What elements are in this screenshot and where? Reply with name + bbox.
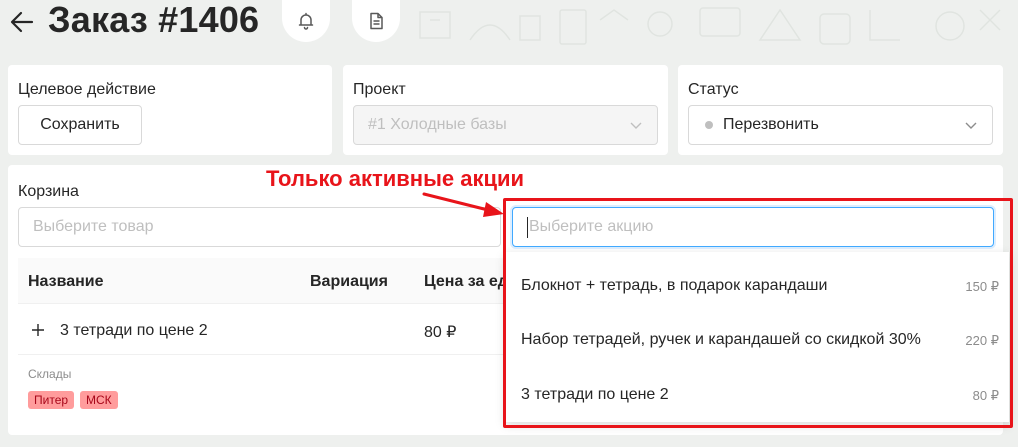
back-button[interactable] — [8, 8, 36, 36]
row-price: 80 ₽ — [424, 324, 457, 341]
status-dot — [705, 121, 713, 129]
document-icon — [370, 12, 383, 30]
cart-label: Корзина — [18, 183, 79, 200]
status-value: Перезвонить — [723, 116, 819, 133]
annotation-text: Только активные акции — [266, 166, 525, 191]
plus-icon[interactable] — [30, 322, 46, 338]
target-action-label: Целевое действие — [18, 81, 156, 98]
project-card: Проект #1 Холодные базы — [343, 65, 668, 155]
arrow-left-icon — [10, 11, 34, 33]
project-label: Проект — [353, 81, 406, 98]
page-header: Заказ #1406 — [0, 0, 1018, 58]
notifications-button[interactable] — [282, 0, 330, 42]
project-value: #1 Холодные базы — [368, 116, 507, 133]
save-button[interactable]: Сохранить — [18, 105, 142, 145]
warehouse-tag: Питер — [28, 391, 75, 409]
annotation-highlight-box — [503, 198, 1013, 428]
row-name: 3 тетради по цене 2 — [60, 322, 208, 339]
chevron-down-icon — [630, 122, 642, 129]
chevron-down-icon — [965, 122, 977, 129]
status-card: Статус Перезвонить — [678, 65, 1003, 155]
warehouse-tag: МСК — [80, 391, 118, 409]
status-label: Статус — [688, 81, 739, 98]
warehouses-label: Склады — [28, 367, 72, 381]
status-select[interactable]: Перезвонить — [688, 105, 993, 145]
project-select: #1 Холодные базы — [353, 105, 658, 145]
target-action-card: Целевое действие Сохранить — [8, 65, 332, 155]
page-title: Заказ #1406 — [48, 0, 260, 40]
table-row: 3 тетради по цене 2 80 ₽ — [18, 305, 518, 355]
column-price: Цена за ед — [424, 273, 508, 290]
column-name: Название — [28, 273, 104, 290]
cart-table-header: Название Вариация Цена за ед — [18, 258, 518, 304]
bell-icon — [298, 12, 314, 30]
column-variation: Вариация — [310, 273, 388, 290]
document-button[interactable] — [352, 0, 400, 42]
annotation-arrow-icon — [422, 192, 504, 217]
